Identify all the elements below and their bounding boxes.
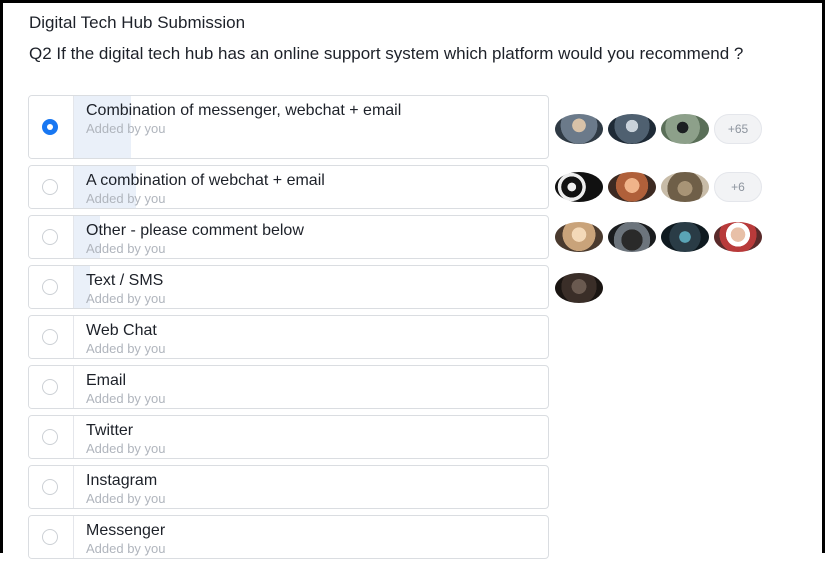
poll-option[interactable]: Other - please comment below Added by yo… [28, 215, 549, 259]
radio-button[interactable] [42, 429, 58, 445]
option-text: A combination of webchat + email Added b… [86, 171, 526, 207]
radio-button[interactable] [42, 379, 58, 395]
radio-cell [29, 366, 74, 408]
poll-option[interactable]: Web Chat Added by you [28, 315, 549, 359]
option-label: Text / SMS [86, 272, 164, 289]
option-added-by: Added by you [86, 391, 166, 406]
poll-option[interactable]: Email Added by you [28, 365, 549, 409]
poll-option[interactable]: Combination of messenger, webchat + emai… [28, 95, 549, 159]
voter-avatar[interactable] [555, 172, 603, 202]
option-text: Other - please comment below Added by yo… [86, 221, 526, 257]
option-label: Email [86, 372, 127, 389]
option-text: Instagram Added by you [86, 471, 526, 507]
option-added-by: Added by you [86, 191, 166, 206]
option-text: Web Chat Added by you [86, 321, 526, 357]
radio-cell [29, 466, 74, 508]
radio-cell [29, 516, 74, 558]
option-label: A combination of webchat + email [86, 172, 325, 189]
option-text: Email Added by you [86, 371, 526, 407]
voter-avatar[interactable] [608, 222, 656, 252]
radio-cell [29, 316, 74, 358]
poll-options: Combination of messenger, webchat + emai… [28, 95, 549, 565]
option-added-by: Added by you [86, 491, 166, 506]
voter-avatar[interactable] [714, 222, 762, 252]
voter-avatars [555, 273, 608, 303]
poll-option[interactable]: Messenger Added by you [28, 515, 549, 559]
radio-cell [29, 266, 74, 308]
option-added-by: Added by you [86, 291, 166, 306]
voter-avatar[interactable] [608, 172, 656, 202]
voter-avatar[interactable] [608, 114, 656, 144]
poll-option[interactable]: Twitter Added by you [28, 415, 549, 459]
option-label: Web Chat [86, 322, 157, 339]
voter-avatar[interactable] [661, 222, 709, 252]
poll-title: Digital Tech Hub Submission [29, 13, 246, 32]
option-added-by: Added by you [86, 441, 166, 456]
radio-cell [29, 216, 74, 258]
radio-button[interactable] [42, 529, 58, 545]
option-added-by: Added by you [86, 121, 166, 136]
radio-button[interactable] [42, 229, 58, 245]
voter-avatar[interactable] [555, 273, 603, 303]
voter-avatars: +65 [555, 114, 762, 144]
option-added-by: Added by you [86, 541, 166, 556]
radio-cell [29, 96, 74, 158]
poll-question: Q2 If the digital tech hub has an online… [29, 44, 744, 63]
option-label: Combination of messenger, webchat + emai… [86, 102, 402, 119]
voter-avatar[interactable] [555, 114, 603, 144]
radio-button[interactable] [42, 329, 58, 345]
option-added-by: Added by you [86, 241, 166, 256]
poll-option[interactable]: A combination of webchat + email Added b… [28, 165, 549, 209]
option-added-by: Added by you [86, 341, 166, 356]
voter-avatar[interactable] [555, 222, 603, 252]
voter-avatars: +6 [555, 172, 762, 202]
radio-button[interactable] [42, 279, 58, 295]
poll-option[interactable]: Instagram Added by you [28, 465, 549, 509]
option-text: Combination of messenger, webchat + emai… [86, 101, 526, 137]
voter-avatars [555, 222, 767, 252]
option-label: Twitter [86, 422, 134, 439]
voter-avatar[interactable] [661, 172, 709, 202]
poll-window: Digital Tech Hub Submission Q2 If the di… [0, 0, 825, 559]
more-voters-badge[interactable]: +65 [714, 114, 762, 144]
option-text: Messenger Added by you [86, 521, 526, 557]
option-text: Twitter Added by you [86, 421, 526, 457]
more-voters-badge[interactable]: +6 [714, 172, 762, 202]
poll-option[interactable]: Text / SMS Added by you [28, 265, 549, 309]
option-label: Instagram [86, 472, 158, 489]
radio-button[interactable] [42, 479, 58, 495]
option-label: Other - please comment below [86, 222, 304, 239]
radio-button[interactable] [42, 119, 58, 135]
option-label: Messenger [86, 522, 166, 539]
radio-button[interactable] [42, 179, 58, 195]
radio-cell [29, 166, 74, 208]
voter-avatar[interactable] [661, 114, 709, 144]
radio-cell [29, 416, 74, 458]
option-text: Text / SMS Added by you [86, 271, 526, 307]
